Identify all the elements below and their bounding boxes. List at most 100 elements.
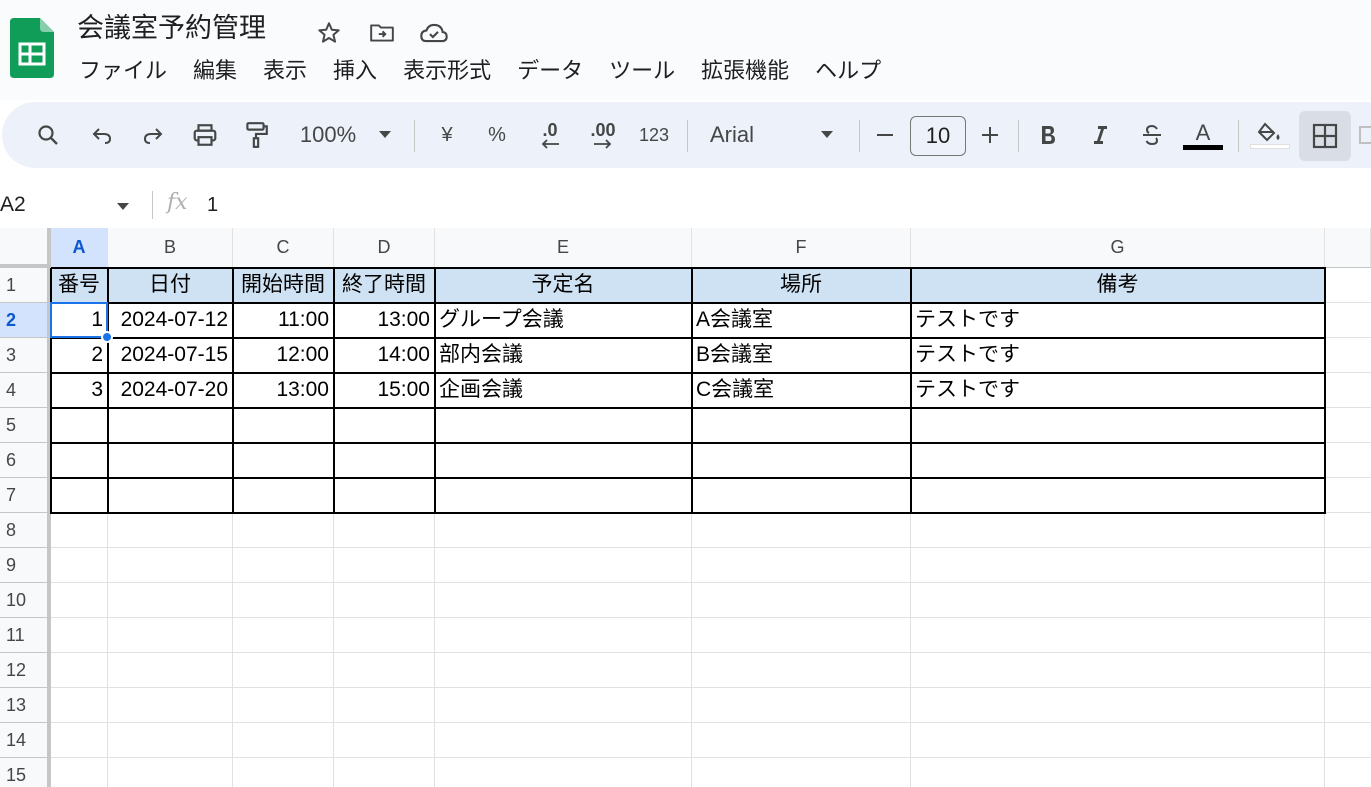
cloud-saved-icon[interactable]: [419, 18, 449, 48]
cell-c11[interactable]: [233, 618, 334, 653]
cell-f3[interactable]: B会議室: [692, 338, 911, 373]
cell-b2[interactable]: 2024-07-12: [108, 303, 233, 338]
row-header-12[interactable]: 12: [0, 653, 51, 688]
cell-b15[interactable]: [108, 758, 233, 787]
cell-e9[interactable]: [435, 548, 692, 583]
row-header-6[interactable]: 6: [0, 443, 51, 478]
cell-c1[interactable]: 開始時間: [233, 268, 334, 303]
column-header-g[interactable]: G: [911, 228, 1325, 268]
cell-b1[interactable]: 日付: [108, 268, 233, 303]
cell-a1[interactable]: 番号: [51, 268, 108, 303]
cell-e7[interactable]: [435, 478, 692, 513]
cell-g2[interactable]: テストです: [911, 303, 1325, 338]
cell-e10[interactable]: [435, 583, 692, 618]
row-header-13[interactable]: 13: [0, 688, 51, 723]
cell-b8[interactable]: [108, 513, 233, 548]
cell-d15[interactable]: [334, 758, 435, 787]
cell-a4[interactable]: 3: [51, 373, 108, 408]
font-dropdown-icon[interactable]: [814, 102, 840, 168]
row-header-8[interactable]: 8: [0, 513, 51, 548]
row-header-1[interactable]: 1: [0, 268, 51, 303]
cell-e15[interactable]: [435, 758, 692, 787]
cell-e2[interactable]: グループ会議: [435, 303, 692, 338]
cell-a14[interactable]: [51, 723, 108, 758]
cell-f6[interactable]: [692, 443, 911, 478]
cell-c2[interactable]: 11:00: [233, 303, 334, 338]
redo-icon[interactable]: [137, 102, 169, 168]
cell-f8[interactable]: [692, 513, 911, 548]
cell-e11[interactable]: [435, 618, 692, 653]
cell-b11[interactable]: [108, 618, 233, 653]
menu-tools[interactable]: ツール: [596, 54, 688, 88]
search-menus-icon[interactable]: [32, 102, 64, 168]
cell-e3[interactable]: 部内会議: [435, 338, 692, 373]
currency-format-button[interactable]: ¥: [441, 124, 452, 147]
cell-f1[interactable]: 場所: [692, 268, 911, 303]
cell-b4[interactable]: 2024-07-20: [108, 373, 233, 408]
cell-c5[interactable]: [233, 408, 334, 443]
cell-d9[interactable]: [334, 548, 435, 583]
star-icon[interactable]: [314, 18, 344, 48]
cell-c7[interactable]: [233, 478, 334, 513]
menu-extensions[interactable]: 拡張機能: [688, 54, 802, 88]
menu-insert[interactable]: 挿入: [320, 54, 390, 88]
strikethrough-icon[interactable]: [1135, 102, 1169, 168]
cell-a8[interactable]: [51, 513, 108, 548]
cell-c8[interactable]: [233, 513, 334, 548]
cell-a10[interactable]: [51, 583, 108, 618]
cell-f9[interactable]: [692, 548, 911, 583]
cell-d3[interactable]: 14:00: [334, 338, 435, 373]
more-formats-button[interactable]: 123: [639, 125, 669, 146]
cell-e13[interactable]: [435, 688, 692, 723]
cell-g5[interactable]: [911, 408, 1325, 443]
fill-handle[interactable]: [101, 331, 113, 343]
cell-f4[interactable]: C会議室: [692, 373, 911, 408]
increase-font-size-icon[interactable]: [975, 102, 1005, 168]
row-header-5[interactable]: 5: [0, 408, 51, 443]
cell-g4[interactable]: テストです: [911, 373, 1325, 408]
zoom-dropdown-icon[interactable]: [372, 102, 398, 168]
cell-a12[interactable]: [51, 653, 108, 688]
cell-g15[interactable]: [911, 758, 1325, 787]
column-header-d[interactable]: D: [334, 228, 435, 268]
cell-a15[interactable]: [51, 758, 108, 787]
cell-c4[interactable]: 13:00: [233, 373, 334, 408]
cell-g6[interactable]: [911, 443, 1325, 478]
cell-d8[interactable]: [334, 513, 435, 548]
cell-b5[interactable]: [108, 408, 233, 443]
cell-d4[interactable]: 15:00: [334, 373, 435, 408]
cell-b7[interactable]: [108, 478, 233, 513]
cell-f11[interactable]: [692, 618, 911, 653]
cell-d13[interactable]: [334, 688, 435, 723]
cell-b13[interactable]: [108, 688, 233, 723]
cell-a2[interactable]: 1: [51, 303, 108, 338]
cell-d5[interactable]: [334, 408, 435, 443]
cell-g7[interactable]: [911, 478, 1325, 513]
zoom-level[interactable]: 100%: [300, 122, 356, 148]
cell-g12[interactable]: [911, 653, 1325, 688]
column-header-a[interactable]: A: [51, 228, 108, 268]
cell-c9[interactable]: [233, 548, 334, 583]
decrease-font-size-icon[interactable]: [870, 102, 900, 168]
spreadsheet-grid[interactable]: A B C D E F G 1 番号 日付 開始時間 終了時間 予定名 場所 備考 2 1 2024-07-12 1…: [0, 228, 1371, 787]
cell-b14[interactable]: [108, 723, 233, 758]
cell-a5[interactable]: [51, 408, 108, 443]
document-title[interactable]: 会議室予約管理: [77, 10, 266, 46]
cell-c13[interactable]: [233, 688, 334, 723]
cell-d6[interactable]: [334, 443, 435, 478]
print-icon[interactable]: [188, 102, 222, 168]
undo-icon[interactable]: [86, 102, 118, 168]
cell-g3[interactable]: テストです: [911, 338, 1325, 373]
row-header-7[interactable]: 7: [0, 478, 51, 513]
cell-g11[interactable]: [911, 618, 1325, 653]
cell-c3[interactable]: 12:00: [233, 338, 334, 373]
decrease-decimal-button[interactable]: .0: [530, 102, 570, 168]
cell-b10[interactable]: [108, 583, 233, 618]
cell-f13[interactable]: [692, 688, 911, 723]
cell-a6[interactable]: [51, 443, 108, 478]
cell-e8[interactable]: [435, 513, 692, 548]
row-header-14[interactable]: 14: [0, 723, 51, 758]
cell-c6[interactable]: [233, 443, 334, 478]
formula-input[interactable]: 1: [207, 182, 218, 228]
cell-c12[interactable]: [233, 653, 334, 688]
